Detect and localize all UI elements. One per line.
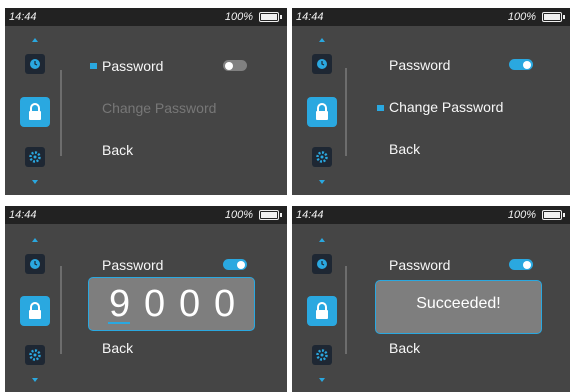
pin-digit-4[interactable]: 0 (214, 284, 235, 324)
chevron-down-icon[interactable] (319, 180, 325, 184)
lock-icon[interactable] (20, 296, 50, 326)
pin-digit-3[interactable]: 0 (179, 284, 200, 324)
toggle-knob (225, 61, 233, 70)
battery-percent: 100% (507, 11, 536, 23)
status-bar: 14:44 100% (5, 8, 287, 26)
chevron-up-icon[interactable] (32, 38, 38, 42)
status-bar: 14:44 100% (292, 206, 570, 224)
clock-icon[interactable] (312, 254, 332, 274)
selection-marker (90, 63, 97, 69)
screen-panel-4: 14:44 100% Password Back Succeeded! (292, 206, 570, 392)
menu-item-back[interactable]: Back (389, 141, 420, 157)
menu-item-change-password[interactable]: Change Password (389, 99, 503, 115)
menu-item-change-password[interactable]: Change Password (102, 100, 216, 116)
clock-icon[interactable] (25, 54, 45, 74)
status-time: 14:44 (296, 209, 324, 221)
battery-percent: 100% (507, 209, 536, 221)
status-time: 14:44 (9, 11, 37, 23)
password-toggle[interactable] (223, 259, 247, 270)
battery-icon (259, 12, 282, 22)
chevron-down-icon[interactable] (319, 378, 325, 382)
pin-cursor (108, 322, 130, 324)
toggle-knob (237, 260, 245, 269)
menu-divider (60, 266, 62, 354)
menu-item-back[interactable]: Back (102, 340, 133, 356)
status-time: 14:44 (296, 11, 324, 23)
menu-divider (345, 68, 347, 156)
password-toggle[interactable] (509, 59, 533, 70)
menu-item-back[interactable]: Back (389, 340, 420, 356)
menu-item-password[interactable]: Password (102, 257, 163, 273)
status-bar: 14:44 100% (5, 206, 287, 224)
battery-percent: 100% (224, 11, 253, 23)
toggle-knob (523, 60, 531, 69)
chevron-up-icon[interactable] (319, 38, 325, 42)
battery-icon (259, 210, 282, 220)
menu-divider (345, 266, 347, 354)
battery-percent: 100% (224, 209, 253, 221)
lock-icon[interactable] (20, 97, 50, 127)
screen-panel-3: 14:44 100% Password Back 9 0 0 0 (5, 206, 287, 392)
lock-icon[interactable] (307, 97, 337, 127)
battery-icon (542, 210, 565, 220)
status-bar: 14:44 100% (292, 8, 570, 26)
chevron-down-icon[interactable] (32, 378, 38, 382)
pin-digit-2[interactable]: 0 (144, 284, 165, 324)
chevron-up-icon[interactable] (32, 238, 38, 242)
clock-icon[interactable] (312, 54, 332, 74)
password-toggle[interactable] (509, 259, 533, 270)
selection-marker (377, 105, 384, 111)
menu-item-password[interactable]: Password (389, 57, 450, 73)
menu-divider (60, 70, 62, 156)
menu-item-password[interactable]: Password (102, 58, 163, 74)
lock-icon[interactable] (307, 296, 337, 326)
menu-item-password[interactable]: Password (389, 257, 450, 273)
gear-icon[interactable] (25, 147, 45, 167)
chevron-up-icon[interactable] (319, 238, 325, 242)
status-time: 14:44 (9, 209, 37, 221)
password-toggle[interactable] (223, 60, 247, 71)
battery-icon (542, 12, 565, 22)
success-popup: Succeeded! (375, 280, 542, 334)
gear-icon[interactable] (312, 147, 332, 167)
toggle-knob (523, 260, 531, 269)
clock-icon[interactable] (25, 254, 45, 274)
pin-digit-1[interactable]: 9 (109, 284, 130, 324)
chevron-down-icon[interactable] (32, 180, 38, 184)
screen-panel-2: 14:44 100% Password Change Password Back (292, 8, 570, 195)
gear-icon[interactable] (312, 345, 332, 365)
menu-item-back[interactable]: Back (102, 142, 133, 158)
success-message: Succeeded! (416, 295, 501, 312)
pin-entry-popup[interactable]: 9 0 0 0 (88, 277, 255, 331)
screen-panel-1: 14:44 100% Password Change Password Back (5, 8, 287, 195)
gear-icon[interactable] (25, 345, 45, 365)
